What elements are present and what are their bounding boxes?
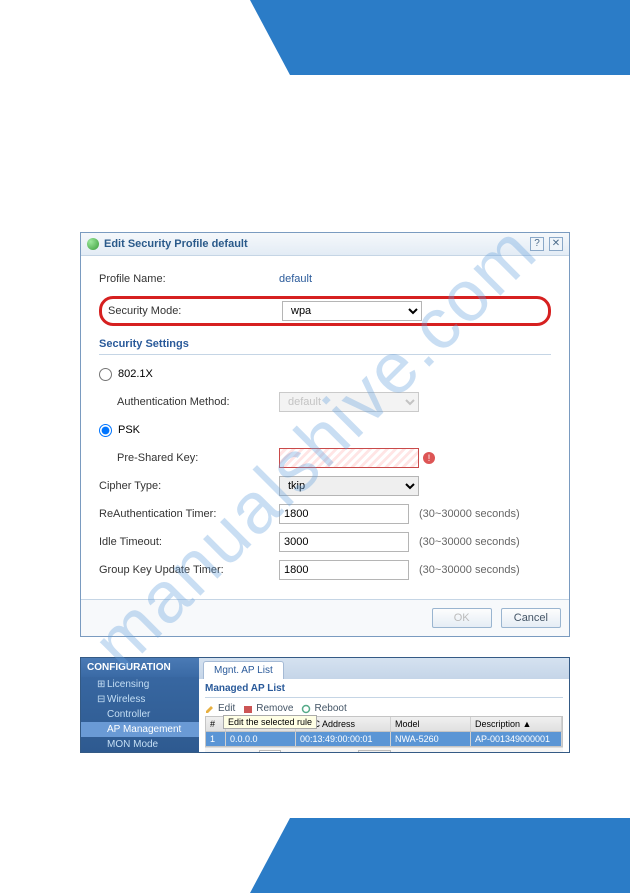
sidebar-item-wireless[interactable]: ⊟Wireless <box>81 692 199 707</box>
edit-icon <box>205 704 215 714</box>
reauth-row: ReAuthentication Timer: (30~30000 second… <box>99 503 551 525</box>
group-row: Group Key Update Timer: (30~30000 second… <box>99 559 551 581</box>
sidebar-item-mon-mode[interactable]: MON Mode <box>81 737 199 752</box>
sidebar-item-ap-management[interactable]: AP Management <box>81 722 199 737</box>
list-area: Managed AP List Edit Remove Reboot Edit … <box>199 679 569 753</box>
reauth-label: ReAuthentication Timer: <box>99 508 279 520</box>
cell-mac: 00:13:49:00:00:01 <box>296 732 391 746</box>
security-mode-label: Security Mode: <box>108 305 282 317</box>
remove-icon <box>243 704 253 714</box>
sidebar-item-licensing[interactable]: ⊞Licensing <box>81 677 199 692</box>
pager-display: Displaying 1 - 1 of 1 <box>481 752 561 753</box>
main-area: Mgnt. AP List Managed AP List Edit Remov… <box>199 658 569 752</box>
tooltip: Edit the selected rule <box>223 715 317 729</box>
auth-method-row: Authentication Method: default <box>117 391 551 413</box>
sidebar-item-controller[interactable]: Controller <box>81 707 199 722</box>
edit-label: Edit <box>218 703 235 714</box>
ok-button[interactable]: OK <box>432 608 492 628</box>
remove-label: Remove <box>256 703 293 714</box>
reboot-button[interactable]: Reboot <box>301 703 346 714</box>
col-desc[interactable]: Description ▲ <box>471 717 562 731</box>
psk-input[interactable] <box>279 448 419 468</box>
group-input[interactable] <box>279 560 409 580</box>
management-panel: CONFIGURATION ⊞Licensing ⊟Wireless Contr… <box>80 657 570 753</box>
cell-ip: 0.0.0.0 <box>226 732 296 746</box>
profile-name-label: Profile Name: <box>99 273 279 285</box>
dialog-icon <box>87 238 99 250</box>
reboot-icon <box>301 704 311 714</box>
table-row[interactable]: 1 0.0.0.0 00:13:49:00:00:01 NWA-5260 AP-… <box>205 732 563 747</box>
pager-last-icon[interactable]: ▸| <box>317 752 328 754</box>
security-settings-header: Security Settings <box>99 334 551 355</box>
remove-button[interactable]: Remove <box>243 703 293 714</box>
idle-input[interactable] <box>279 532 409 552</box>
edit-security-profile-dialog: Edit Security Profile default ? ✕ Profil… <box>80 232 570 637</box>
cancel-button[interactable]: Cancel <box>501 608 561 628</box>
radio-8021x-label: 802.1X <box>118 368 153 380</box>
auth-method-select: default <box>279 392 419 412</box>
idle-label: Idle Timeout: <box>99 536 279 548</box>
pager-show-label: Show <box>332 752 355 753</box>
group-hint: (30~30000 seconds) <box>419 564 520 576</box>
radio-8021x-row: 802.1X <box>99 363 551 385</box>
security-mode-select[interactable]: wpa <box>282 301 422 321</box>
radio-psk[interactable] <box>99 424 112 437</box>
pager-page-label: Page <box>234 752 255 753</box>
idle-row: Idle Timeout: (30~30000 seconds) <box>99 531 551 553</box>
pager-size-select[interactable]: 50 <box>358 750 391 753</box>
cipher-row: Cipher Type: tkip <box>99 475 551 497</box>
edit-button[interactable]: Edit <box>205 703 235 714</box>
top-banner <box>290 0 630 75</box>
cell-desc: AP-001349000001 <box>471 732 562 746</box>
profile-name-value: default <box>279 273 312 285</box>
col-model[interactable]: Model <box>391 717 471 731</box>
sidebar-item-label: Licensing <box>107 679 149 690</box>
radio-psk-row: PSK <box>99 419 551 441</box>
pager: |◂ ◂ Page of 1 ▸ ▸| Show 50 items Displa… <box>205 747 563 753</box>
pager-prev-icon[interactable]: ◂ <box>222 752 231 754</box>
psk-row: Pre-Shared Key: ! <box>117 447 551 469</box>
pager-page-input[interactable] <box>259 750 281 753</box>
reboot-label: Reboot <box>314 703 346 714</box>
pager-of-label: of 1 <box>285 752 300 753</box>
reauth-hint: (30~30000 seconds) <box>419 508 520 520</box>
tab-mgnt-ap-list[interactable]: Mgnt. AP List <box>203 661 284 679</box>
cipher-select[interactable]: tkip <box>279 476 419 496</box>
tab-bar: Mgnt. AP List <box>199 658 569 679</box>
pager-items-label: items <box>395 752 417 753</box>
profile-name-row: Profile Name: default <box>99 268 551 290</box>
toolbar: Edit Remove Reboot Edit the selected rul… <box>205 701 563 716</box>
reauth-input[interactable] <box>279 504 409 524</box>
dialog-footer: OK Cancel <box>81 599 569 636</box>
dialog-body: Profile Name: default Security Mode: wpa… <box>81 256 569 599</box>
cell-num: 1 <box>206 732 226 746</box>
close-icon[interactable]: ✕ <box>549 237 563 251</box>
cipher-label: Cipher Type: <box>99 480 279 492</box>
sidebar-item-label: Wireless <box>107 694 145 705</box>
radio-8021x[interactable] <box>99 368 112 381</box>
dialog-title: Edit Security Profile default <box>104 238 525 250</box>
pager-next-icon[interactable]: ▸ <box>304 752 313 754</box>
security-mode-row: Security Mode: wpa <box>99 296 551 326</box>
bottom-banner <box>290 818 630 893</box>
error-icon: ! <box>423 452 435 464</box>
idle-hint: (30~30000 seconds) <box>419 536 520 548</box>
managed-ap-list-header: Managed AP List <box>205 683 563 698</box>
psk-label: Pre-Shared Key: <box>117 452 279 464</box>
cell-model: NWA-5260 <box>391 732 471 746</box>
sidebar: CONFIGURATION ⊞Licensing ⊟Wireless Contr… <box>81 658 199 752</box>
auth-method-label: Authentication Method: <box>117 396 279 408</box>
dialog-titlebar: Edit Security Profile default ? ✕ <box>81 233 569 256</box>
radio-psk-label: PSK <box>118 424 140 436</box>
group-label: Group Key Update Timer: <box>99 564 279 576</box>
config-header: CONFIGURATION <box>81 658 199 677</box>
pager-first-icon[interactable]: |◂ <box>207 752 218 754</box>
sidebar-item-load-balancing[interactable]: Load Balancing <box>81 752 199 753</box>
help-icon[interactable]: ? <box>530 237 544 251</box>
